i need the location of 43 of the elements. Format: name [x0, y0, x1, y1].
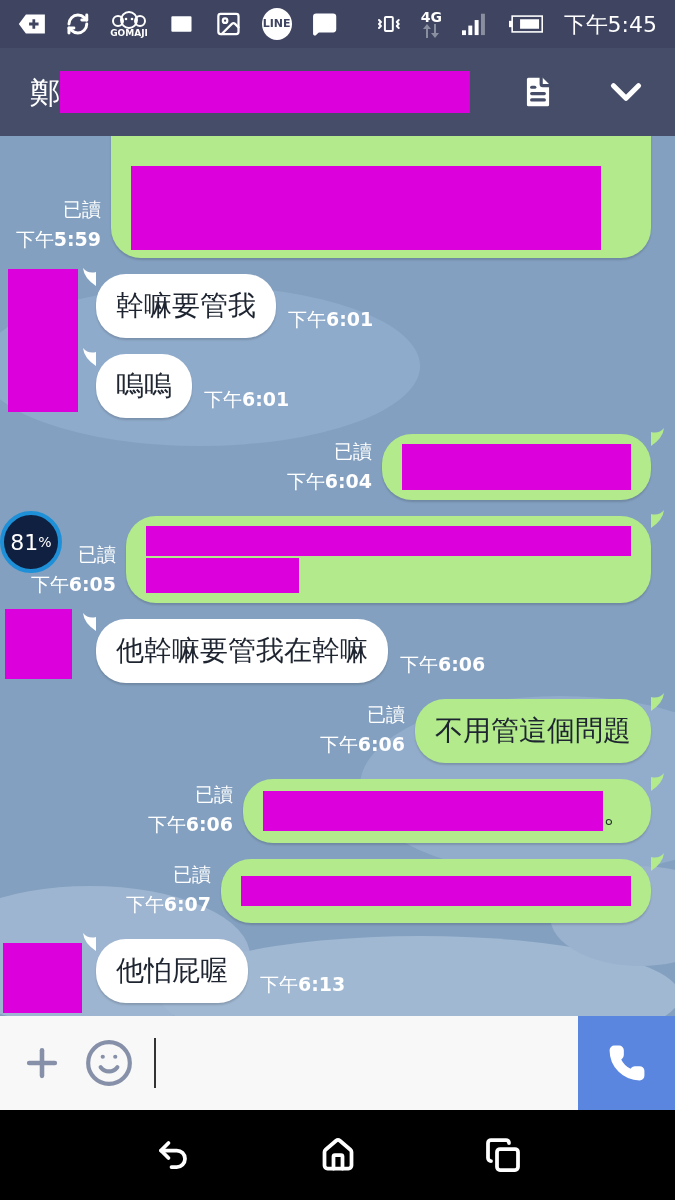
- bubble-tail: [651, 773, 665, 791]
- phone-icon: [607, 1044, 646, 1082]
- bubble-tail: [82, 613, 96, 631]
- message-text: 嗚嗚: [116, 368, 172, 404]
- smiley-icon: [84, 1038, 134, 1088]
- emoji-button[interactable]: [84, 1038, 134, 1088]
- message-time: 下午6:06: [319, 732, 405, 757]
- battery-icon: [508, 12, 544, 36]
- bubble-tail: [82, 348, 96, 366]
- read-receipt: 已讀: [367, 702, 405, 727]
- message-time: 下午6:05: [30, 572, 116, 597]
- read-receipt: 已讀: [63, 197, 101, 222]
- bubble-tail: [651, 693, 665, 711]
- recents-button[interactable]: [484, 1137, 521, 1173]
- message-text: 他怕屁喔: [116, 953, 228, 989]
- message-text: 他幹嘛要管我在幹嘛: [116, 633, 368, 669]
- read-receipt: 已讀: [78, 542, 116, 567]
- bubble-tail: [82, 268, 96, 286]
- message-text: 。: [603, 795, 631, 831]
- message-time: 下午6:13: [260, 972, 346, 997]
- read-receipt: 已讀: [334, 439, 372, 464]
- message-text: 幹嘛要管我: [116, 288, 256, 324]
- message-time: 下午6:01: [288, 307, 374, 332]
- bubble-tail: [651, 428, 665, 446]
- network-indicator: 4G: [420, 10, 442, 38]
- bubble-tail: [82, 933, 96, 951]
- recents-icon: [484, 1137, 521, 1173]
- message-time: 下午6:07: [125, 892, 211, 917]
- call-button[interactable]: [578, 1016, 675, 1110]
- bubble-tail: [651, 510, 665, 528]
- read-receipt: 已讀: [173, 862, 211, 887]
- read-receipt: 已讀: [195, 782, 233, 807]
- avatar-redaction: [5, 609, 72, 679]
- bubble-tail: [651, 853, 665, 871]
- line-app-icon: LINE: [261, 8, 292, 40]
- message-time: 下午6:01: [204, 387, 290, 412]
- message-time: 下午6:06: [400, 652, 486, 677]
- chat-title: 鄭: [30, 73, 60, 112]
- message-text: 不用管這個問題: [435, 713, 631, 749]
- message-time: 下午5:59: [15, 227, 101, 252]
- clock: 下午5:45: [563, 10, 657, 39]
- message-time: 下午6:04: [286, 469, 372, 494]
- message-time: 下午6:06: [147, 812, 233, 837]
